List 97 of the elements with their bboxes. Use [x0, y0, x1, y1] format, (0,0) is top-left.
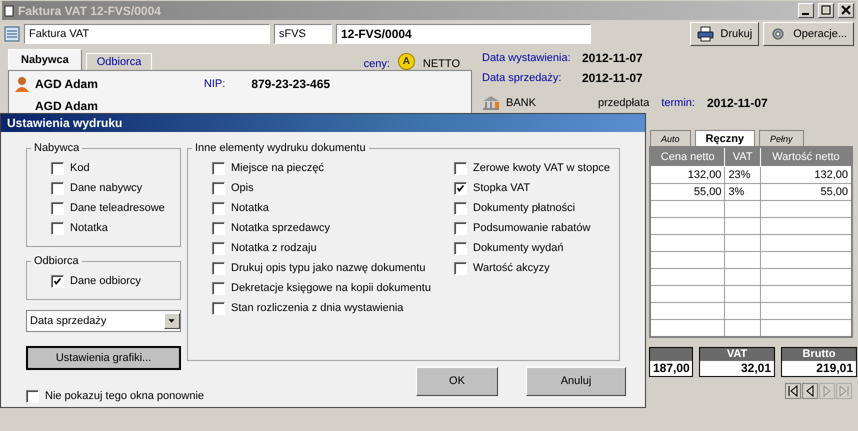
number-field[interactable]: 12-FVS/0004 — [336, 24, 591, 44]
option-label: Dane teleadresowe — [70, 202, 165, 214]
total-label: Brutto — [782, 348, 856, 361]
dialog-title: Ustawienia wydruku — [1, 114, 645, 132]
checkbox[interactable] — [51, 182, 64, 194]
price-mode: NETTO — [422, 58, 461, 70]
payment-type: przedpłata — [598, 97, 650, 109]
checkbox[interactable] — [454, 262, 467, 274]
nip-value: 879-23-23-465 — [251, 77, 330, 91]
date-value: 2012-11-07 — [582, 71, 643, 85]
checkbox[interactable] — [212, 182, 225, 194]
date-value: 2012-11-07 — [582, 51, 643, 65]
minimize-icon[interactable] — [798, 3, 814, 18]
tab[interactable]: Odbiorca — [86, 53, 152, 70]
close-icon[interactable] — [838, 3, 854, 18]
checkbox[interactable] — [212, 202, 225, 214]
payment-method: BANK — [506, 97, 536, 109]
table-cell: 55,00 — [650, 184, 725, 200]
option-label: Nie pokazuj tego okna ponownie — [45, 390, 204, 402]
option-label: Zerowe kwoty VAT w stopce — [473, 162, 610, 174]
table-cell: 23% — [724, 166, 760, 184]
buyer-name: AGD Adam — [35, 77, 98, 91]
form-icon — [4, 26, 20, 42]
checkbox[interactable] — [454, 242, 467, 254]
cancel-button[interactable]: Anuluj — [526, 366, 626, 396]
total-value: 187,00 — [650, 361, 692, 376]
operations-button[interactable]: Operacje... — [763, 22, 854, 46]
nip-label: NIP: — [204, 78, 226, 90]
checkbox[interactable] — [26, 390, 39, 402]
checkbox[interactable] — [454, 202, 467, 214]
checkbox[interactable] — [212, 222, 225, 234]
table-cell: 3% — [724, 184, 760, 200]
previous-icon[interactable] — [802, 383, 818, 399]
checkbox[interactable] — [454, 162, 467, 174]
column-header: Wartość netto — [760, 147, 852, 166]
tab[interactable]: Nabywca — [8, 49, 82, 70]
total-header — [650, 348, 692, 361]
tab[interactable]: Ręczny — [694, 130, 756, 146]
series-field[interactable]: sFVS — [274, 24, 332, 44]
date-dropdown[interactable]: Data sprzedaży — [26, 310, 181, 332]
document-type-field[interactable]: Faktura VAT — [24, 24, 270, 44]
option-label: Dane nabywcy — [70, 182, 142, 194]
group-title: Nabywca — [33, 142, 80, 154]
prices-label: ceny: — [364, 58, 390, 70]
printer-icon — [697, 26, 714, 42]
option-label: Stopka VAT — [473, 182, 530, 194]
option-label: Notatka — [70, 222, 108, 234]
date-label: Data sprzedaży: — [482, 72, 562, 84]
checkbox[interactable] — [454, 222, 467, 234]
table-cell: 132,00 — [650, 166, 725, 184]
bank-icon — [482, 95, 500, 111]
option-label: Opis — [231, 182, 254, 194]
total-value: 219,01 — [782, 361, 856, 376]
option-label: Wartość akcyzy — [473, 262, 550, 274]
option-label: Podsumowanie rabatów — [473, 222, 590, 234]
total-label: VAT — [700, 348, 774, 361]
group-title: Odbiorca — [33, 255, 80, 267]
print-button[interactable]: Drukuj — [690, 22, 760, 46]
first-icon[interactable] — [785, 383, 801, 399]
option-label: Dekretacje księgowe na kopii dokumentu — [231, 282, 431, 294]
option-label: Dane odbiorcy — [70, 275, 141, 287]
checkbox[interactable] — [212, 262, 225, 274]
document-icon — [4, 4, 14, 16]
checkbox[interactable] — [51, 162, 64, 174]
checkbox[interactable] — [51, 222, 64, 234]
option-label: Notatka sprzedawcy — [231, 222, 330, 234]
checkbox[interactable] — [212, 302, 225, 314]
column-header: VAT — [724, 147, 760, 166]
option-label: Kod — [70, 162, 90, 174]
window-title: Faktura VAT 12-FVS/0004 — [18, 4, 161, 18]
ok-button[interactable]: OK — [416, 366, 498, 396]
date-label: Data wystawienia: — [482, 52, 572, 64]
person-icon — [15, 76, 29, 92]
option-label: Drukuj opis typu jako nazwę dokumentu — [231, 262, 426, 274]
buyer-name: AGD Adam — [35, 99, 98, 113]
option-label: Miejsce na pieczęć — [231, 162, 324, 174]
tab[interactable]: Auto — [650, 130, 691, 146]
checkbox[interactable] — [454, 182, 467, 194]
checkbox[interactable] — [212, 282, 225, 294]
tab[interactable]: Pełny — [759, 130, 804, 146]
group-title: Inne elementy wydruku dokumentu — [194, 142, 367, 154]
checkbox[interactable] — [51, 202, 64, 214]
option-label: Notatka z rodzaju — [231, 242, 317, 254]
price-badge: A — [398, 53, 415, 70]
column-header: Cena netto — [650, 147, 725, 166]
option-label: Stan rozliczenia z dnia wystawienia — [231, 302, 404, 314]
term-label: termin: — [661, 97, 695, 109]
checkbox[interactable] — [212, 162, 225, 174]
total-value: 32,01 — [700, 361, 774, 376]
graphics-settings-button[interactable]: Ustawienia grafiki... — [26, 346, 181, 370]
term-value: 2012-11-07 — [706, 96, 768, 110]
option-label: Dokumenty płatności — [473, 202, 576, 214]
checkbox[interactable] — [51, 274, 64, 288]
maximize-icon[interactable] — [818, 3, 834, 18]
option-label: Dokumenty wydań — [473, 242, 564, 254]
checkbox[interactable] — [212, 242, 225, 254]
option-label: Notatka — [231, 202, 269, 214]
